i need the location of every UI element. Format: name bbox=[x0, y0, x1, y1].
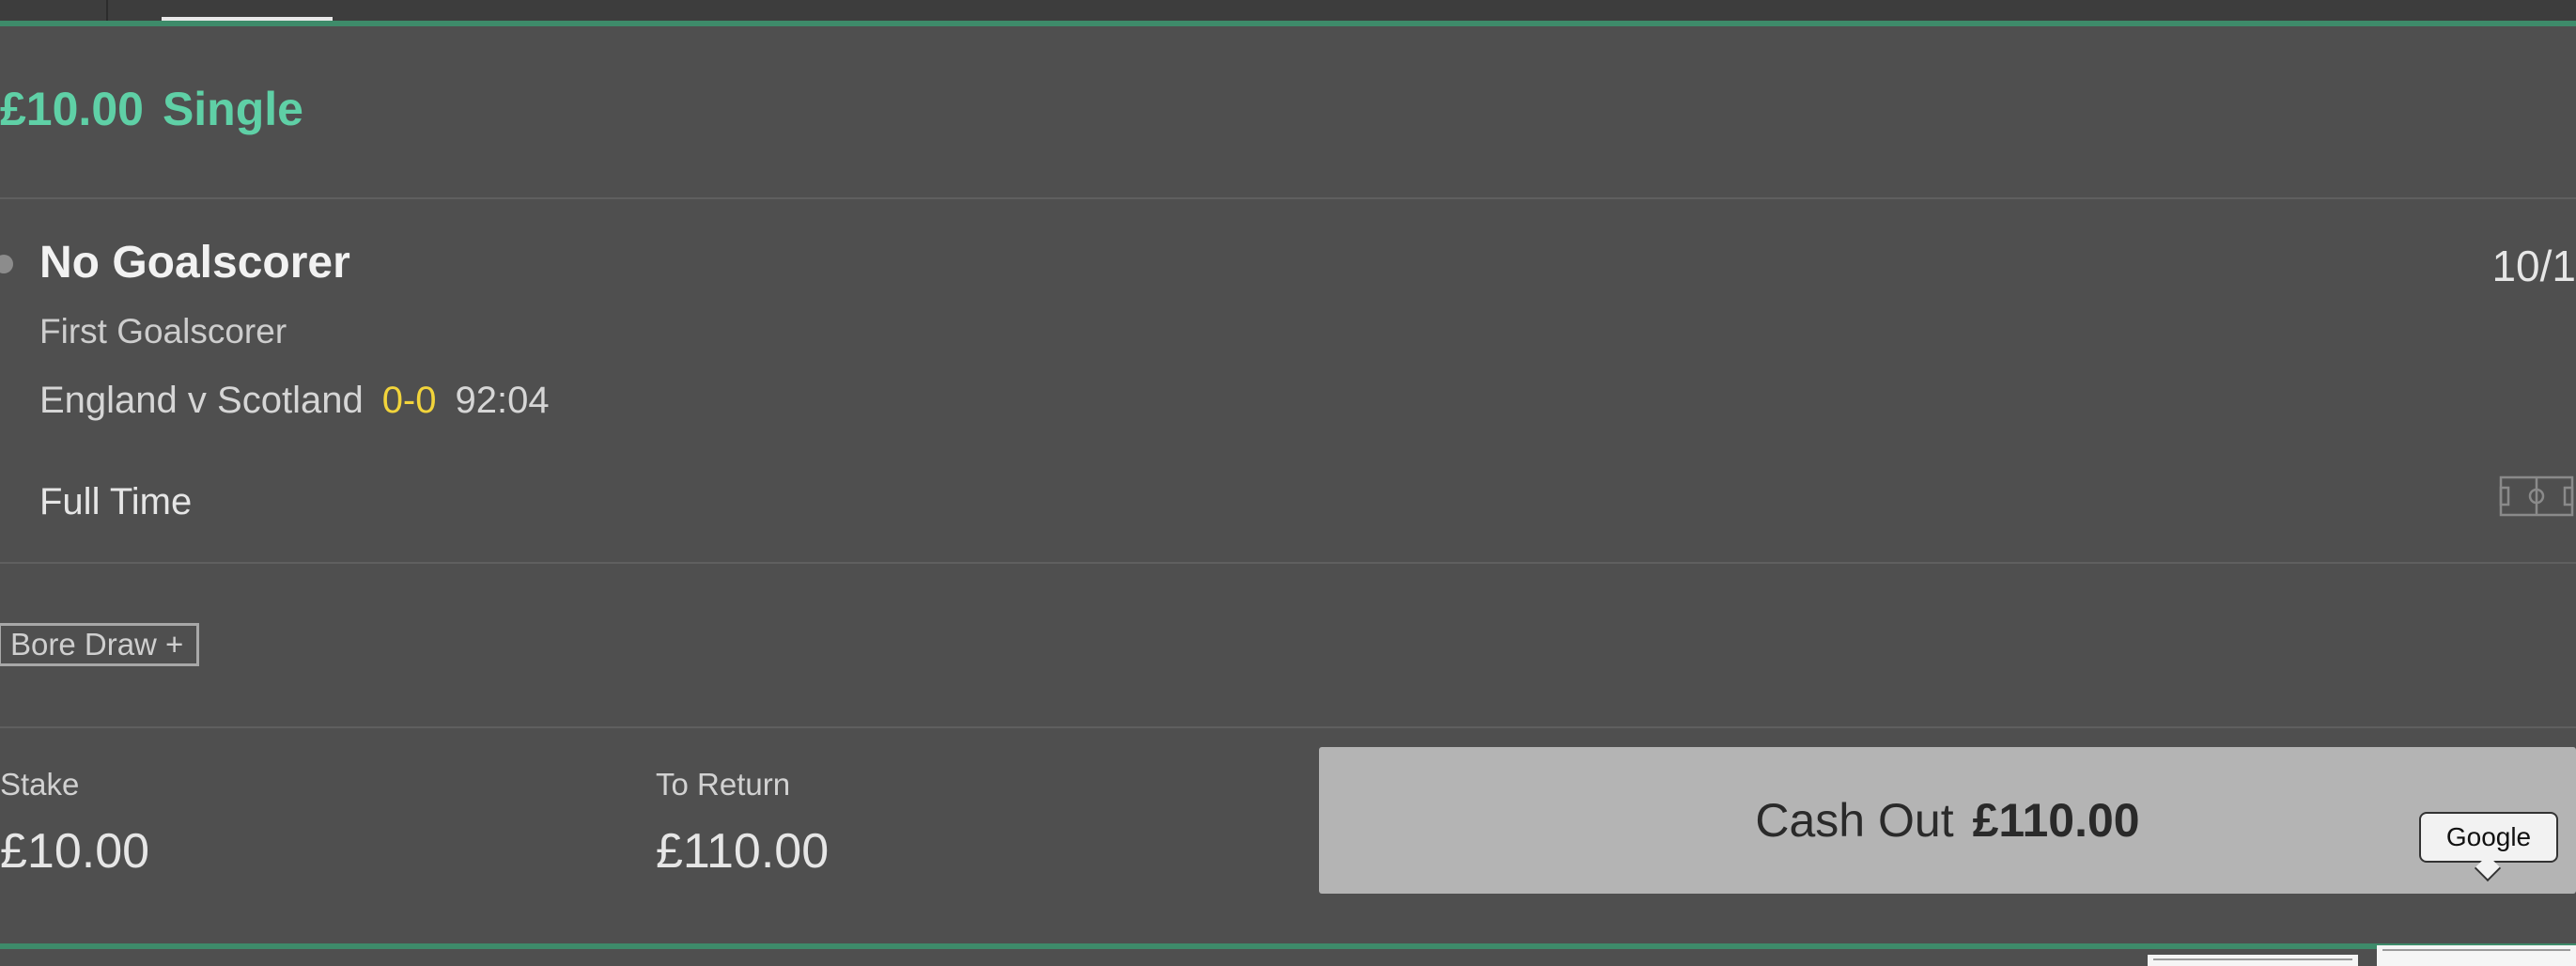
section-divider bbox=[0, 726, 2576, 728]
return-label: To Return bbox=[656, 767, 791, 802]
selection-status-dot bbox=[0, 255, 13, 273]
event-clock: 92:04 bbox=[455, 380, 550, 421]
bet-type: Single bbox=[162, 83, 303, 135]
section-divider bbox=[0, 197, 2576, 199]
stake-label: Stake bbox=[0, 767, 80, 802]
event-name[interactable]: England v Scotland bbox=[39, 380, 364, 422]
section-divider bbox=[0, 562, 2576, 564]
stake-value: £10.00 bbox=[0, 824, 150, 879]
bet-stake-amount: £10.00 bbox=[0, 83, 144, 135]
market-name: First Goalscorer bbox=[39, 312, 287, 351]
bore-draw-tag-button[interactable]: Bore Draw + bbox=[0, 623, 200, 666]
cash-out-button[interactable]: Cash Out £110.00 bbox=[1319, 747, 2576, 894]
bet-header: £10.00 Single bbox=[0, 75, 303, 143]
tab-divider bbox=[106, 0, 108, 21]
selection-odds: 10/1 bbox=[2491, 242, 2576, 290]
football-pitch-icon[interactable] bbox=[2499, 475, 2574, 517]
bet-top-divider bbox=[0, 21, 2576, 26]
match-status: Full Time bbox=[39, 481, 193, 522]
event-row: England v Scotland 0-0 92:04 bbox=[39, 380, 550, 422]
selection-name: No Goalscorer bbox=[39, 238, 350, 288]
window-thumbnail[interactable] bbox=[2377, 945, 2576, 966]
cash-out-label: Cash Out bbox=[1755, 794, 1954, 847]
cash-out-amount: £110.00 bbox=[1972, 794, 2140, 847]
top-tab-bar bbox=[0, 0, 2576, 23]
window-thumbnail[interactable] bbox=[2148, 955, 2358, 966]
return-value: £110.00 bbox=[656, 824, 830, 879]
bet-bottom-divider bbox=[0, 943, 2576, 949]
event-score: 0-0 bbox=[381, 380, 437, 421]
